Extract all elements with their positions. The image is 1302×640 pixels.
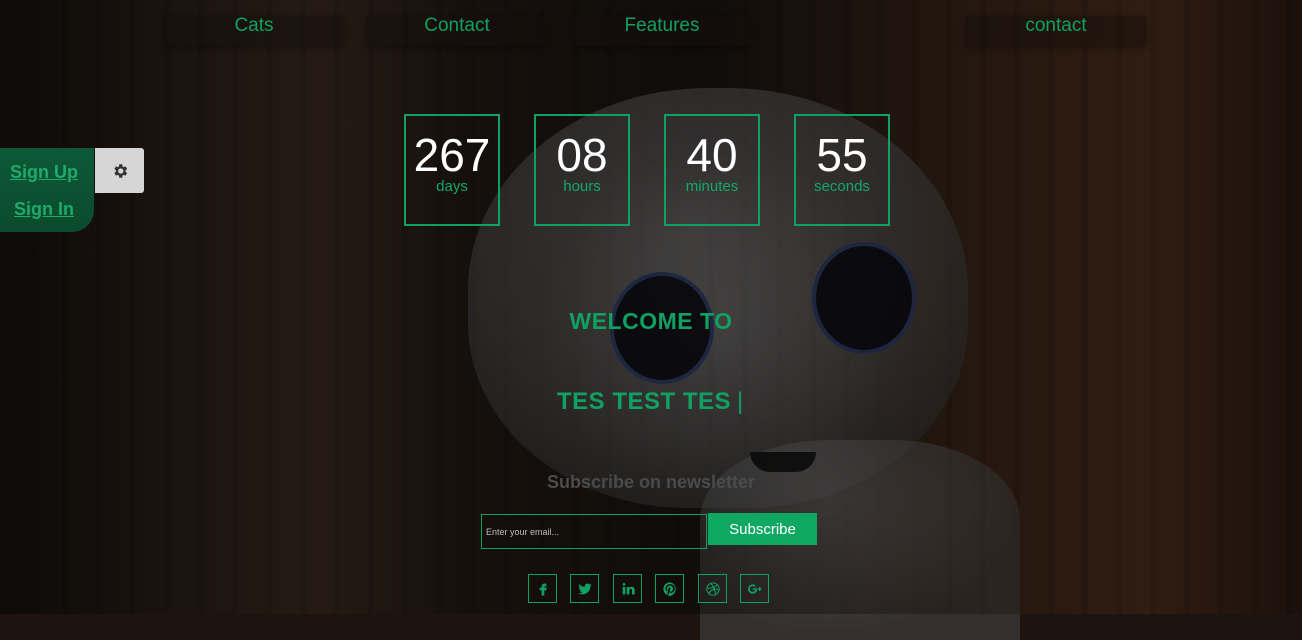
nav-item-label: Contact (424, 15, 490, 36)
twitter-icon (577, 583, 592, 594)
newsletter-title: Subscribe on newsletter (546, 472, 756, 492)
nav-item-contact[interactable]: Contact (366, 15, 548, 46)
social-dribbble-button[interactable] (698, 574, 727, 603)
countdown-hours: 08 hours (534, 114, 630, 226)
nav-item-contact-secondary[interactable]: contact (966, 15, 1146, 46)
social-facebook-button[interactable] (528, 574, 557, 603)
auth-panel: Sign Up Sign In (0, 148, 94, 232)
countdown-seconds: 55 seconds (794, 114, 890, 226)
nav-item-label: Features (624, 15, 700, 36)
settings-toggle-button[interactable] (95, 148, 144, 193)
countdown-seconds-value: 55 (816, 129, 868, 181)
social-twitter-button[interactable] (570, 574, 599, 603)
social-google-plus-button[interactable] (740, 574, 769, 603)
nav-item-label: Cats (234, 15, 274, 36)
countdown-hours-label: hours (563, 178, 601, 195)
google-plus-icon (747, 583, 762, 594)
gear-icon (113, 163, 127, 178)
typed-headline: TES TEST TES | (557, 388, 744, 416)
countdown-minutes: 40 minutes (664, 114, 760, 226)
newsletter-email-input[interactable] (481, 514, 707, 549)
countdown-days-value: 267 (413, 129, 491, 181)
subscribe-button[interactable]: Subscribe (708, 513, 817, 545)
countdown-hours-value: 08 (556, 129, 608, 181)
dribbble-icon (705, 581, 720, 596)
typed-text: TES TEST TES (557, 388, 732, 415)
nav-item-cats[interactable]: Cats (164, 15, 344, 46)
linkedin-icon (622, 582, 635, 594)
sign-in-link[interactable]: Sign In (0, 199, 88, 220)
pinterest-icon (662, 581, 676, 596)
countdown-minutes-value: 40 (686, 129, 738, 181)
typed-cursor: | (737, 388, 744, 415)
social-pinterest-button[interactable] (655, 574, 684, 603)
sign-up-link[interactable]: Sign Up (0, 162, 88, 183)
countdown-seconds-label: seconds (814, 178, 870, 195)
countdown-days: 267 days (404, 114, 500, 226)
welcome-heading: WELCOME TO (569, 308, 733, 334)
facebook-icon (539, 583, 547, 596)
nav-item-features[interactable]: Features (572, 15, 752, 46)
social-linkedin-button[interactable] (613, 574, 642, 603)
countdown-minutes-label: minutes (685, 178, 739, 195)
top-nav: Cats Contact Features contact (0, 0, 1302, 50)
nav-item-label: contact (1025, 15, 1087, 36)
